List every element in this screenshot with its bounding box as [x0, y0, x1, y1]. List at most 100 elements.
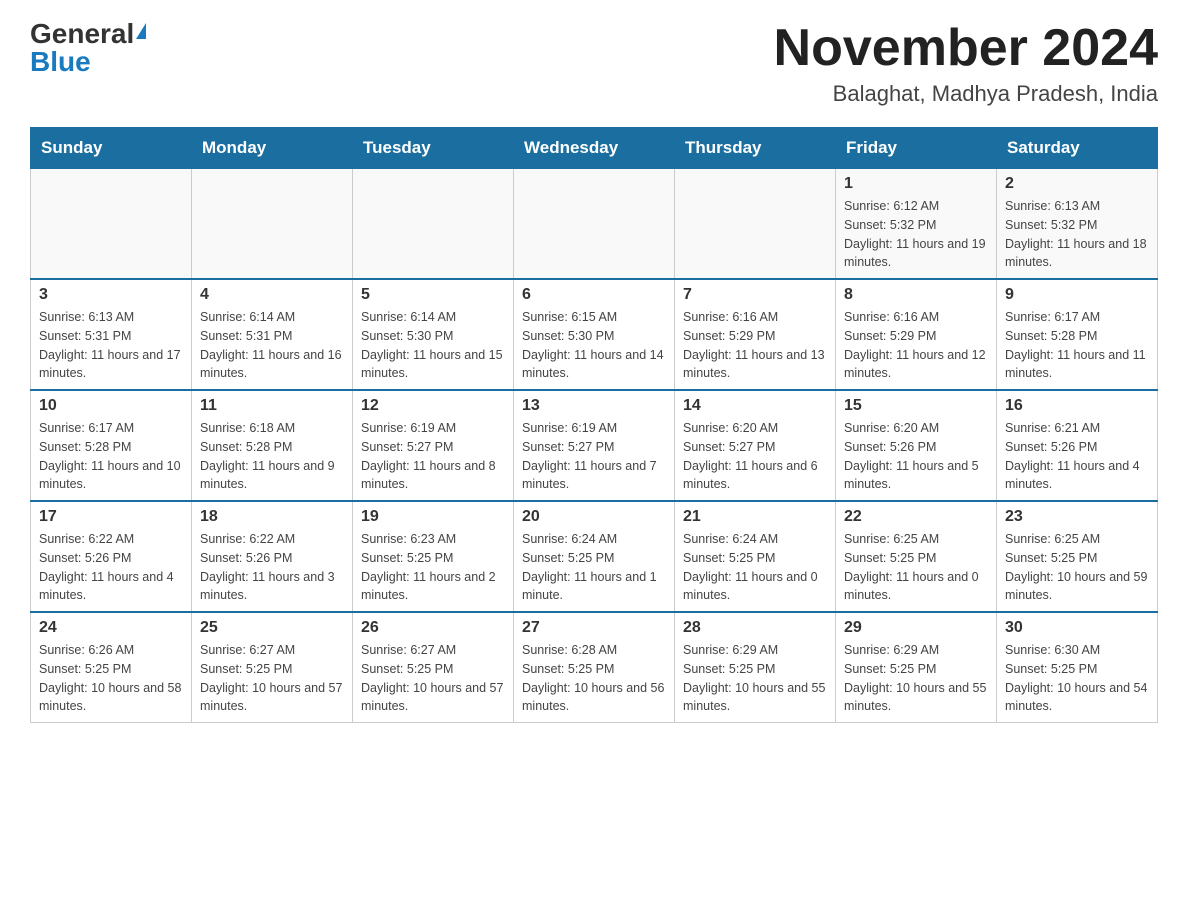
calendar-cell: 21 Sunrise: 6:24 AM Sunset: 5:25 PM Dayli…	[675, 501, 836, 612]
logo-blue-text: Blue	[30, 48, 91, 76]
day-info: Sunrise: 6:25 AM Sunset: 5:25 PM Dayligh…	[1005, 530, 1149, 605]
day-number: 12	[361, 397, 505, 415]
day-info: Sunrise: 6:14 AM Sunset: 5:31 PM Dayligh…	[200, 308, 344, 383]
day-number: 8	[844, 286, 988, 304]
calendar-cell: 1Sunrise: 6:12 AM Sunset: 5:32 PM Daylig…	[836, 169, 997, 280]
calendar-header-saturday: Saturday	[997, 128, 1158, 169]
day-number: 29	[844, 619, 988, 637]
day-number: 26	[361, 619, 505, 637]
day-info: Sunrise: 6:17 AM Sunset: 5:28 PM Dayligh…	[1005, 308, 1149, 383]
day-number: 9	[1005, 286, 1149, 304]
calendar-cell: 14 Sunrise: 6:20 AM Sunset: 5:27 PM Dayli…	[675, 390, 836, 501]
day-number: 30	[1005, 619, 1149, 637]
calendar-week-row: 3 Sunrise: 6:13 AM Sunset: 5:31 PM Daylig…	[31, 279, 1158, 390]
calendar-cell: 16 Sunrise: 6:21 AM Sunset: 5:26 PM Dayli…	[997, 390, 1158, 501]
month-title: November 2024	[774, 20, 1158, 77]
day-number: 22	[844, 508, 988, 526]
calendar-cell: 18 Sunrise: 6:22 AM Sunset: 5:26 PM Dayli…	[192, 501, 353, 612]
day-info: Sunrise: 6:27 AM Sunset: 5:25 PM Dayligh…	[200, 641, 344, 716]
calendar-header-sunday: Sunday	[31, 128, 192, 169]
calendar-cell: 25 Sunrise: 6:27 AM Sunset: 5:25 PM Dayli…	[192, 612, 353, 723]
logo: General Blue	[30, 20, 146, 76]
calendar-cell: 22 Sunrise: 6:25 AM Sunset: 5:25 PM Dayli…	[836, 501, 997, 612]
day-info: Sunrise: 6:24 AM Sunset: 5:25 PM Dayligh…	[683, 530, 827, 605]
calendar-cell: 15Sunrise: 6:20 AM Sunset: 5:26 PM Dayli…	[836, 390, 997, 501]
day-number: 23	[1005, 508, 1149, 526]
day-number: 16	[1005, 397, 1149, 415]
calendar-cell: 3 Sunrise: 6:13 AM Sunset: 5:31 PM Daylig…	[31, 279, 192, 390]
day-number: 2	[1005, 175, 1149, 193]
calendar-week-row: 17Sunrise: 6:22 AM Sunset: 5:26 PM Dayli…	[31, 501, 1158, 612]
calendar-header-monday: Monday	[192, 128, 353, 169]
day-info: Sunrise: 6:26 AM Sunset: 5:25 PM Dayligh…	[39, 641, 183, 716]
calendar-cell	[192, 169, 353, 280]
calendar-cell: 28 Sunrise: 6:29 AM Sunset: 5:25 PM Dayli…	[675, 612, 836, 723]
calendar-cell	[31, 169, 192, 280]
calendar-header-tuesday: Tuesday	[353, 128, 514, 169]
calendar-cell: 12 Sunrise: 6:19 AM Sunset: 5:27 PM Dayli…	[353, 390, 514, 501]
calendar-header-wednesday: Wednesday	[514, 128, 675, 169]
calendar-cell: 4Sunrise: 6:14 AM Sunset: 5:31 PM Daylig…	[192, 279, 353, 390]
day-number: 27	[522, 619, 666, 637]
calendar-header-row: SundayMondayTuesdayWednesdayThursdayFrid…	[31, 128, 1158, 169]
day-number: 10	[39, 397, 183, 415]
day-info: Sunrise: 6:21 AM Sunset: 5:26 PM Dayligh…	[1005, 419, 1149, 494]
calendar-cell	[675, 169, 836, 280]
day-info: Sunrise: 6:27 AM Sunset: 5:25 PM Dayligh…	[361, 641, 505, 716]
day-info: Sunrise: 6:29 AM Sunset: 5:25 PM Dayligh…	[683, 641, 827, 716]
calendar-cell: 7 Sunrise: 6:16 AM Sunset: 5:29 PM Daylig…	[675, 279, 836, 390]
calendar-cell: 23 Sunrise: 6:25 AM Sunset: 5:25 PM Dayli…	[997, 501, 1158, 612]
page-header: General Blue November 2024 Balaghat, Mad…	[30, 20, 1158, 107]
day-info: Sunrise: 6:29 AM Sunset: 5:25 PM Dayligh…	[844, 641, 988, 716]
calendar-cell: 24 Sunrise: 6:26 AM Sunset: 5:25 PM Dayli…	[31, 612, 192, 723]
day-number: 5	[361, 286, 505, 304]
calendar-cell: 6Sunrise: 6:15 AM Sunset: 5:30 PM Daylig…	[514, 279, 675, 390]
day-number: 19	[361, 508, 505, 526]
day-info: Sunrise: 6:24 AM Sunset: 5:25 PM Dayligh…	[522, 530, 666, 605]
day-info: Sunrise: 6:13 AM Sunset: 5:31 PM Dayligh…	[39, 308, 183, 383]
day-info: Sunrise: 6:19 AM Sunset: 5:27 PM Dayligh…	[361, 419, 505, 494]
calendar-cell: 29 Sunrise: 6:29 AM Sunset: 5:25 PM Dayli…	[836, 612, 997, 723]
logo-general-text: General	[30, 20, 134, 48]
calendar-cell	[514, 169, 675, 280]
location-title: Balaghat, Madhya Pradesh, India	[774, 81, 1158, 107]
day-info: Sunrise: 6:13 AM Sunset: 5:32 PM Dayligh…	[1005, 197, 1149, 272]
day-number: 28	[683, 619, 827, 637]
calendar-cell: 19Sunrise: 6:23 AM Sunset: 5:25 PM Dayli…	[353, 501, 514, 612]
calendar-cell: 11 Sunrise: 6:18 AM Sunset: 5:28 PM Dayli…	[192, 390, 353, 501]
day-number: 3	[39, 286, 183, 304]
calendar-cell: 30 Sunrise: 6:30 AM Sunset: 5:25 PM Dayli…	[997, 612, 1158, 723]
calendar-header-thursday: Thursday	[675, 128, 836, 169]
day-info: Sunrise: 6:28 AM Sunset: 5:25 PM Dayligh…	[522, 641, 666, 716]
day-number: 7	[683, 286, 827, 304]
calendar-cell: 20Sunrise: 6:24 AM Sunset: 5:25 PM Dayli…	[514, 501, 675, 612]
day-info: Sunrise: 6:15 AM Sunset: 5:30 PM Dayligh…	[522, 308, 666, 383]
day-info: Sunrise: 6:16 AM Sunset: 5:29 PM Dayligh…	[844, 308, 988, 383]
calendar-table: SundayMondayTuesdayWednesdayThursdayFrid…	[30, 127, 1158, 723]
day-info: Sunrise: 6:25 AM Sunset: 5:25 PM Dayligh…	[844, 530, 988, 605]
day-number: 14	[683, 397, 827, 415]
day-number: 11	[200, 397, 344, 415]
day-info: Sunrise: 6:22 AM Sunset: 5:26 PM Dayligh…	[39, 530, 183, 605]
day-info: Sunrise: 6:16 AM Sunset: 5:29 PM Dayligh…	[683, 308, 827, 383]
day-info: Sunrise: 6:20 AM Sunset: 5:27 PM Dayligh…	[683, 419, 827, 494]
day-info: Sunrise: 6:30 AM Sunset: 5:25 PM Dayligh…	[1005, 641, 1149, 716]
calendar-cell: 9 Sunrise: 6:17 AM Sunset: 5:28 PM Daylig…	[997, 279, 1158, 390]
calendar-week-row: 10 Sunrise: 6:17 AM Sunset: 5:28 PM Dayli…	[31, 390, 1158, 501]
calendar-cell: 10 Sunrise: 6:17 AM Sunset: 5:28 PM Dayli…	[31, 390, 192, 501]
day-info: Sunrise: 6:18 AM Sunset: 5:28 PM Dayligh…	[200, 419, 344, 494]
day-number: 21	[683, 508, 827, 526]
day-number: 24	[39, 619, 183, 637]
day-info: Sunrise: 6:22 AM Sunset: 5:26 PM Dayligh…	[200, 530, 344, 605]
day-info: Sunrise: 6:19 AM Sunset: 5:27 PM Dayligh…	[522, 419, 666, 494]
day-number: 25	[200, 619, 344, 637]
day-number: 18	[200, 508, 344, 526]
day-info: Sunrise: 6:17 AM Sunset: 5:28 PM Dayligh…	[39, 419, 183, 494]
calendar-cell: 2 Sunrise: 6:13 AM Sunset: 5:32 PM Daylig…	[997, 169, 1158, 280]
calendar-cell: 8 Sunrise: 6:16 AM Sunset: 5:29 PM Daylig…	[836, 279, 997, 390]
calendar-cell: 13Sunrise: 6:19 AM Sunset: 5:27 PM Dayli…	[514, 390, 675, 501]
day-info: Sunrise: 6:14 AM Sunset: 5:30 PM Dayligh…	[361, 308, 505, 383]
calendar-cell: 17Sunrise: 6:22 AM Sunset: 5:26 PM Dayli…	[31, 501, 192, 612]
calendar-cell	[353, 169, 514, 280]
day-info: Sunrise: 6:12 AM Sunset: 5:32 PM Dayligh…	[844, 197, 988, 272]
